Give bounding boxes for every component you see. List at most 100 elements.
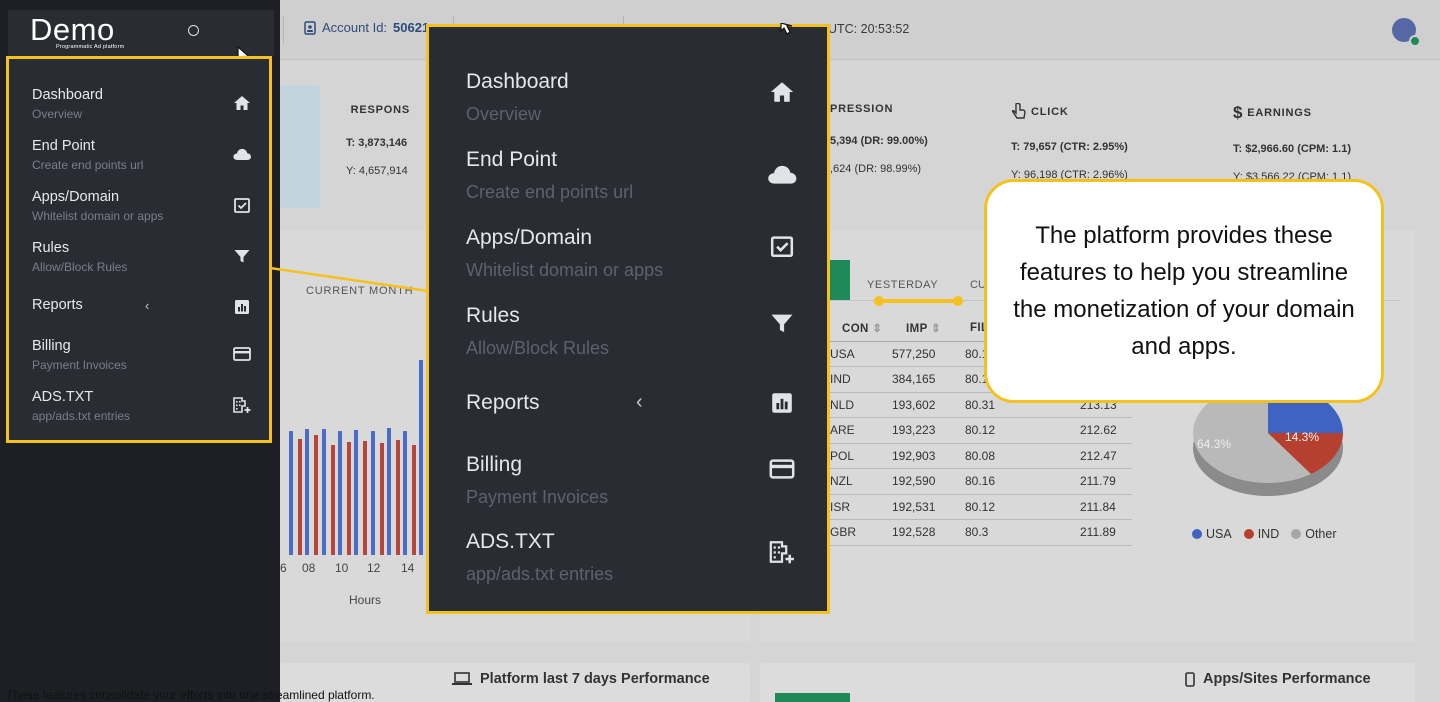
table-cell: 80.16 bbox=[965, 468, 1020, 495]
credit-card-icon bbox=[769, 459, 795, 479]
column-header[interactable]: IMP ⇕ bbox=[890, 316, 965, 342]
sidebar-item-rules[interactable]: Rules Allow/Block Rules bbox=[32, 240, 252, 274]
home-icon bbox=[234, 96, 250, 110]
stat-yesterday: ,624 (DR: 98.99%) bbox=[830, 163, 922, 175]
stat-yesterday: Y: 4,657,914 (FI bbox=[346, 165, 410, 177]
legend-item[interactable]: Other bbox=[1291, 527, 1337, 541]
stat-today: T: 3,873,146 (FI bbox=[346, 137, 410, 149]
table-row[interactable]: GBR 192,528 80.3 211.89 bbox=[830, 519, 1132, 546]
account-id: Account Id: 50621 bbox=[304, 20, 429, 35]
chart-bar[interactable] bbox=[289, 431, 293, 555]
stat-today: T: 79,657 (CTR: 2.95%) bbox=[1011, 141, 1128, 153]
chart-bar[interactable] bbox=[386, 428, 391, 555]
sidebar-item-reports[interactable]: Reports ‹ bbox=[32, 297, 252, 314]
table-cell: NZL bbox=[830, 468, 890, 495]
sidebar-item-rules[interactable]: Rules Allow/Block Rules bbox=[466, 304, 796, 359]
home-icon bbox=[770, 82, 794, 102]
table-cell: 80.3 bbox=[965, 519, 1020, 546]
sidebar-item-reports[interactable]: Reports ‹ bbox=[466, 391, 796, 415]
table-cell: GBR bbox=[830, 519, 890, 546]
chart-bar[interactable] bbox=[305, 429, 310, 555]
column-header[interactable]: CON ⇕ bbox=[830, 316, 890, 342]
filter-icon bbox=[771, 314, 793, 333]
table-cell: 211.84 bbox=[1020, 494, 1132, 520]
table-cell: POL bbox=[830, 443, 890, 469]
chart-bar[interactable] bbox=[314, 435, 319, 555]
stat-title: $ EARNINGS bbox=[1233, 103, 1312, 122]
sidebar-item-dashboard[interactable]: Dashboard Overview bbox=[32, 87, 252, 121]
stat-title: CLICK bbox=[1011, 103, 1163, 121]
app-root: Account Id: 50621 UTC: 20:53:52 RESPONS … bbox=[0, 0, 1440, 702]
table-row[interactable]: POL 192,903 80.08 212.47 bbox=[830, 443, 1132, 469]
sidebar-item-billing[interactable]: Billing Payment Invoices bbox=[466, 453, 796, 508]
legend-item[interactable]: IND bbox=[1243, 527, 1279, 541]
highlight-connector bbox=[270, 266, 429, 293]
chart-bar[interactable] bbox=[298, 439, 302, 555]
sidebar-item-end-point[interactable]: End Point Create end points url bbox=[466, 148, 797, 203]
building-add-icon bbox=[233, 397, 251, 413]
tab-yesterday[interactable]: YESTERDAY bbox=[867, 279, 938, 291]
chart-bar[interactable] bbox=[403, 431, 408, 555]
x-tick-label: 6 bbox=[280, 561, 287, 575]
stat-today: 5,394 (DR: 99.00%) bbox=[830, 135, 928, 147]
chart-bar[interactable] bbox=[321, 429, 326, 555]
sidebar-item-apps-domain[interactable]: Apps/Domain Whitelist domain or apps bbox=[32, 189, 252, 223]
chart-bar[interactable] bbox=[330, 445, 335, 555]
stat-card-response: RESPONS T: 3,873,146 (FI Y: 4,657,914 (F… bbox=[326, 85, 430, 208]
sidebar-item-billing[interactable]: Billing Payment Invoices bbox=[32, 338, 252, 372]
chart-bar[interactable] bbox=[337, 431, 342, 555]
chart-bar[interactable] bbox=[379, 443, 384, 555]
table-cell: 577,250 bbox=[890, 341, 965, 367]
table-row[interactable]: NZL 192,590 80.16 211.79 bbox=[830, 468, 1132, 495]
chart-bar[interactable] bbox=[419, 360, 424, 555]
tab-active[interactable] bbox=[830, 260, 850, 301]
divider bbox=[283, 16, 284, 44]
active-tab[interactable] bbox=[775, 693, 850, 702]
table-cell: 192,903 bbox=[890, 443, 965, 469]
sidebar-item-ads-txt[interactable]: ADS.TXT app/ads.txt entries bbox=[32, 389, 252, 423]
chart-bar[interactable] bbox=[395, 440, 400, 555]
chart-bar[interactable] bbox=[354, 430, 359, 555]
id-badge-icon bbox=[304, 20, 316, 35]
x-axis-label: Hours bbox=[349, 593, 382, 607]
pie-label: 64.3% bbox=[1197, 437, 1231, 451]
stat-title: RESPONS bbox=[346, 104, 410, 116]
sidebar-item-dashboard[interactable]: Dashboard Overview bbox=[466, 70, 796, 125]
sidebar-toggle[interactable] bbox=[188, 25, 199, 36]
sidebar-item-apps-domain[interactable]: Apps/Domain Whitelist domain or apps bbox=[466, 226, 796, 281]
reply-icon bbox=[346, 109, 347, 111]
legend-swatch bbox=[1192, 529, 1202, 539]
x-tick-label: 12 bbox=[367, 561, 381, 575]
table-cell: 80.12 bbox=[965, 494, 1020, 520]
chart-bar[interactable] bbox=[370, 431, 375, 555]
table-cell: IND bbox=[830, 366, 890, 393]
stat-card-partial bbox=[280, 85, 320, 208]
legend-swatch bbox=[1243, 529, 1254, 539]
sidebar-menu-highlight: Dashboard Overview End Point Create end … bbox=[6, 56, 272, 443]
checkbox-icon bbox=[234, 198, 250, 213]
bar-chart-icon bbox=[235, 300, 249, 314]
sidebar: Demo Programmatic Ad platform Dashboard … bbox=[0, 0, 280, 702]
x-tick-label: 08 bbox=[302, 561, 316, 575]
chart-bar[interactable] bbox=[363, 441, 368, 555]
avatar[interactable] bbox=[1392, 18, 1421, 47]
table-cell: 211.89 bbox=[1020, 519, 1132, 546]
legend-item[interactable]: USA bbox=[1192, 527, 1232, 541]
chart-bar[interactable] bbox=[346, 442, 351, 555]
card-title: Apps/Sites Performance bbox=[1185, 671, 1371, 687]
sidebar-item-ads-txt[interactable]: ADS.TXT app/ads.txt entries bbox=[466, 530, 796, 585]
tour-caption: These features consolidate your efforts … bbox=[6, 688, 375, 702]
brand-logo[interactable]: Demo bbox=[30, 12, 115, 48]
x-tick-label: 14 bbox=[401, 561, 415, 575]
chart-bar[interactable] bbox=[412, 445, 417, 555]
table-cell: 80.12 bbox=[965, 417, 1020, 444]
table-row[interactable]: ARE 193,223 80.12 212.62 bbox=[830, 417, 1132, 444]
table-row[interactable]: ISR 192,531 80.12 211.84 bbox=[830, 494, 1132, 520]
callout-text: The platform provides these features to … bbox=[1013, 222, 1355, 360]
pie-legend: USA IND Other bbox=[1192, 527, 1337, 541]
stat-title: PRESSION bbox=[830, 103, 894, 115]
account-label: Account Id: bbox=[322, 20, 388, 35]
dollar-icon: $ bbox=[1233, 103, 1244, 122]
table-cell: USA bbox=[830, 341, 890, 367]
sidebar-item-end-point[interactable]: End Point Create end points url bbox=[32, 138, 252, 172]
